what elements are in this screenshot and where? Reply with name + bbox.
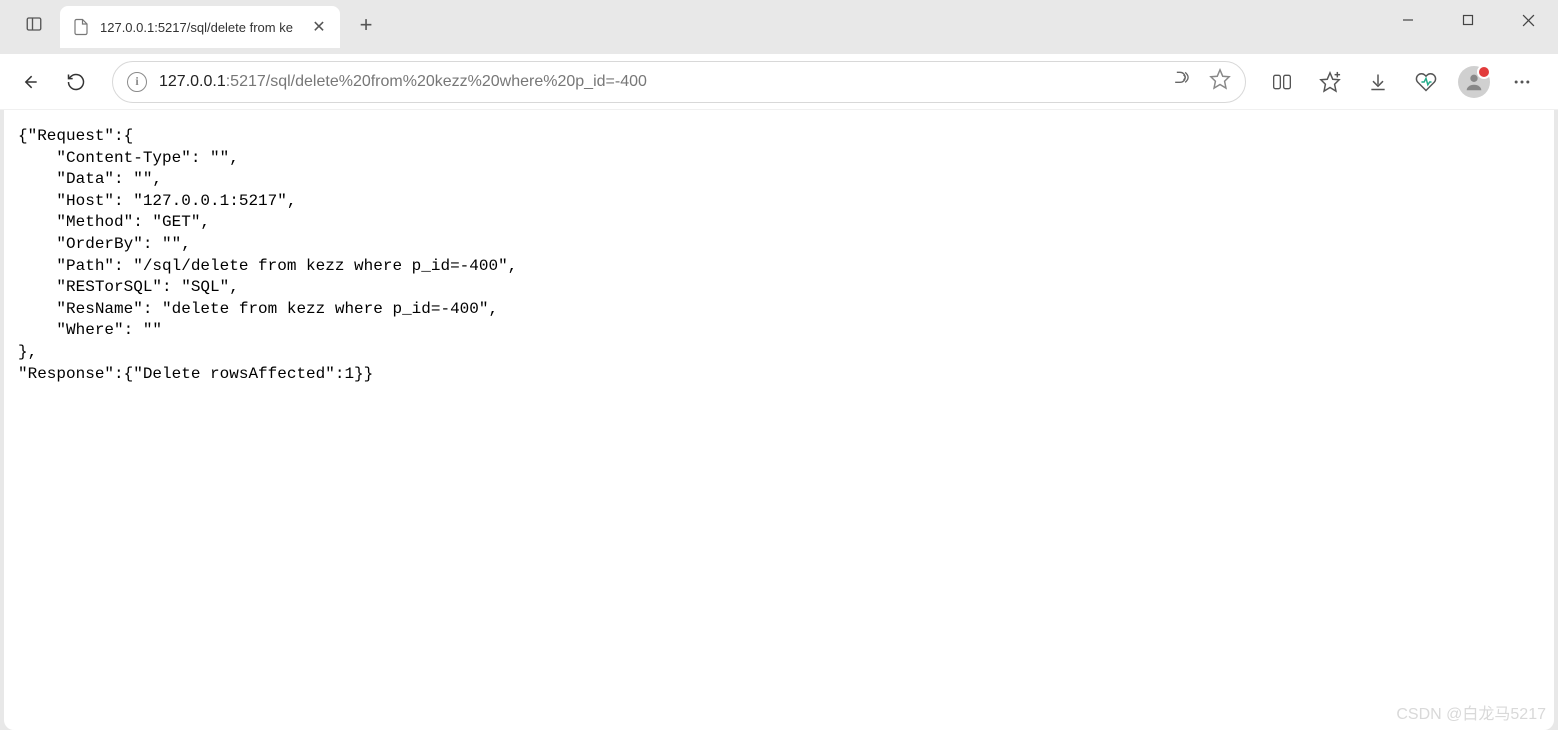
tab-title: 127.0.0.1:5217/sql/delete from ke — [100, 20, 300, 35]
address-bar[interactable]: i 127.0.0.1:5217/sql/delete%20from%20kez… — [112, 61, 1246, 103]
back-button[interactable] — [10, 62, 50, 102]
maximize-button[interactable] — [1438, 0, 1498, 40]
profile-avatar[interactable] — [1454, 62, 1494, 102]
page-content: {"Request":{ "Content-Type": "", "Data":… — [4, 110, 1554, 730]
new-tab-button[interactable]: + — [348, 7, 384, 43]
toolbar: i 127.0.0.1:5217/sql/delete%20from%20kez… — [0, 54, 1558, 110]
titlebar-left: 127.0.0.1:5217/sql/delete from ke ✕ + — [0, 0, 392, 54]
window-controls — [1378, 0, 1558, 40]
json-response-text: {"Request":{ "Content-Type": "", "Data":… — [18, 126, 1540, 385]
titlebar: 127.0.0.1:5217/sql/delete from ke ✕ + — [0, 0, 1558, 54]
file-icon — [72, 18, 90, 36]
performance-icon[interactable] — [1406, 62, 1446, 102]
toolbar-right — [1262, 62, 1548, 102]
minimize-button[interactable] — [1378, 0, 1438, 40]
downloads-icon[interactable] — [1358, 62, 1398, 102]
site-info-icon[interactable]: i — [127, 72, 147, 92]
browser-tab[interactable]: 127.0.0.1:5217/sql/delete from ke ✕ — [60, 6, 340, 48]
refresh-button[interactable] — [56, 62, 96, 102]
tab-actions-button[interactable] — [14, 4, 54, 44]
more-menu-icon[interactable] — [1502, 62, 1542, 102]
close-tab-button[interactable]: ✕ — [310, 18, 328, 36]
read-aloud-icon[interactable] — [1171, 69, 1191, 94]
url-text: 127.0.0.1:5217/sql/delete%20from%20kezz%… — [159, 73, 1159, 91]
avatar-icon — [1458, 66, 1490, 98]
close-window-button[interactable] — [1498, 0, 1558, 40]
split-screen-icon[interactable] — [1262, 62, 1302, 102]
watermark: CSDN @白龙马5217 — [1396, 700, 1546, 724]
favorite-star-icon[interactable] — [1209, 68, 1231, 95]
favorites-icon[interactable] — [1310, 62, 1350, 102]
